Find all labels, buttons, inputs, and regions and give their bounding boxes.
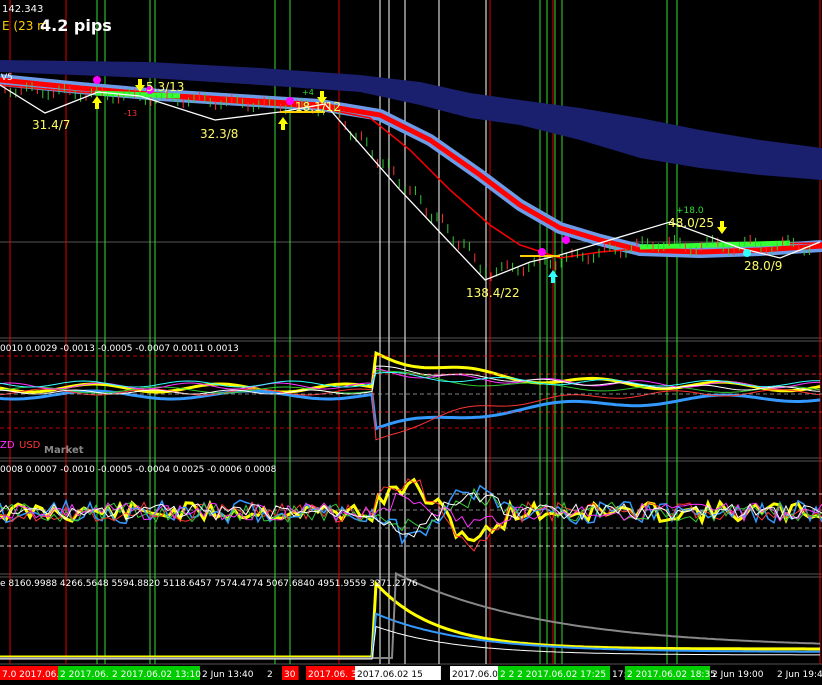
signal-dot [93, 76, 101, 84]
signal-dot [562, 236, 570, 244]
volume-line [0, 625, 820, 660]
volume-line [0, 579, 820, 659]
signal-dot [286, 97, 294, 105]
currency-label-b: USD [19, 440, 41, 451]
market-label: Market [44, 445, 84, 456]
trade-label: 32.3/8 [200, 127, 238, 141]
momentum-line [0, 478, 822, 552]
oscillator-lines [0, 350, 822, 660]
time-label: 2017.06.02 15 [357, 670, 423, 680]
trade-label: 18.1/12 [295, 100, 341, 114]
cloud-area [0, 60, 822, 180]
time-label: 2017.06.02 [452, 670, 504, 680]
time-label: 7.0 2017.06.0 [2, 670, 65, 680]
sub3-values: e 8160.9988 4266.5648 5594.8820 5118.645… [0, 579, 418, 589]
price-scale-label: V5 [1, 73, 13, 83]
signal-dot [538, 248, 546, 256]
time-label: 2 2 2 2017.06.02 17:25 [500, 670, 606, 680]
time-label: 2 Jun 19:40 [777, 670, 822, 680]
trade-label: 138.4/22 [466, 286, 520, 300]
strength-line [0, 389, 821, 431]
ichimoku-cloud [0, 60, 822, 180]
time-label: 2 Jun 13:40 [202, 670, 254, 680]
time-label: 2017.06. 30 [308, 670, 363, 680]
buy-arrow-icon [92, 96, 102, 109]
sell-arrow-icon [717, 221, 727, 234]
trade-label: 28.0/9 [744, 259, 782, 273]
buy-arrow-icon [278, 117, 288, 130]
time-label: 2 2017.06.02 18:35 [627, 670, 716, 680]
time-label: 2 2017.06.02 13:10 [112, 670, 201, 680]
pip-delta-label: +4 [302, 88, 314, 97]
time-label: 2 [267, 670, 273, 680]
sub1-values: 0010 0.0029 -0.0013 -0.0005 -0.0007 0.00… [0, 344, 239, 354]
pip-delta-label: -13 [124, 109, 137, 118]
time-label: 2 Jun 19:00 [712, 670, 764, 680]
currency-label-a: ZD [0, 440, 15, 451]
moving-average-bands [0, 74, 822, 259]
pip-delta-label: +18.0 [676, 206, 704, 216]
chart-canvas[interactable]: 142.343 E (23 m 4.2 pips V5 31.4/7 5.3/1… [0, 0, 822, 685]
trade-label: 48.0/25 [668, 216, 714, 230]
buy-arrow-icon [548, 270, 558, 283]
signal-dot [743, 249, 751, 257]
sub2-values: 0008 0.0007 -0.0010 -0.0005 -0.0004 0.00… [0, 465, 277, 475]
trade-label: 31.4/7 [32, 118, 70, 132]
trade-label: 5.3/13 [146, 80, 184, 94]
time-label: 30 [284, 670, 296, 680]
time-axis: 7.0 2017.06.02 2017.06. 2 2017.06.02 13:1… [0, 666, 822, 680]
pips-label: 4.2 pips [40, 16, 112, 35]
price-label: 142.343 [2, 4, 43, 15]
time-label: 2 2017.06. [60, 670, 109, 680]
